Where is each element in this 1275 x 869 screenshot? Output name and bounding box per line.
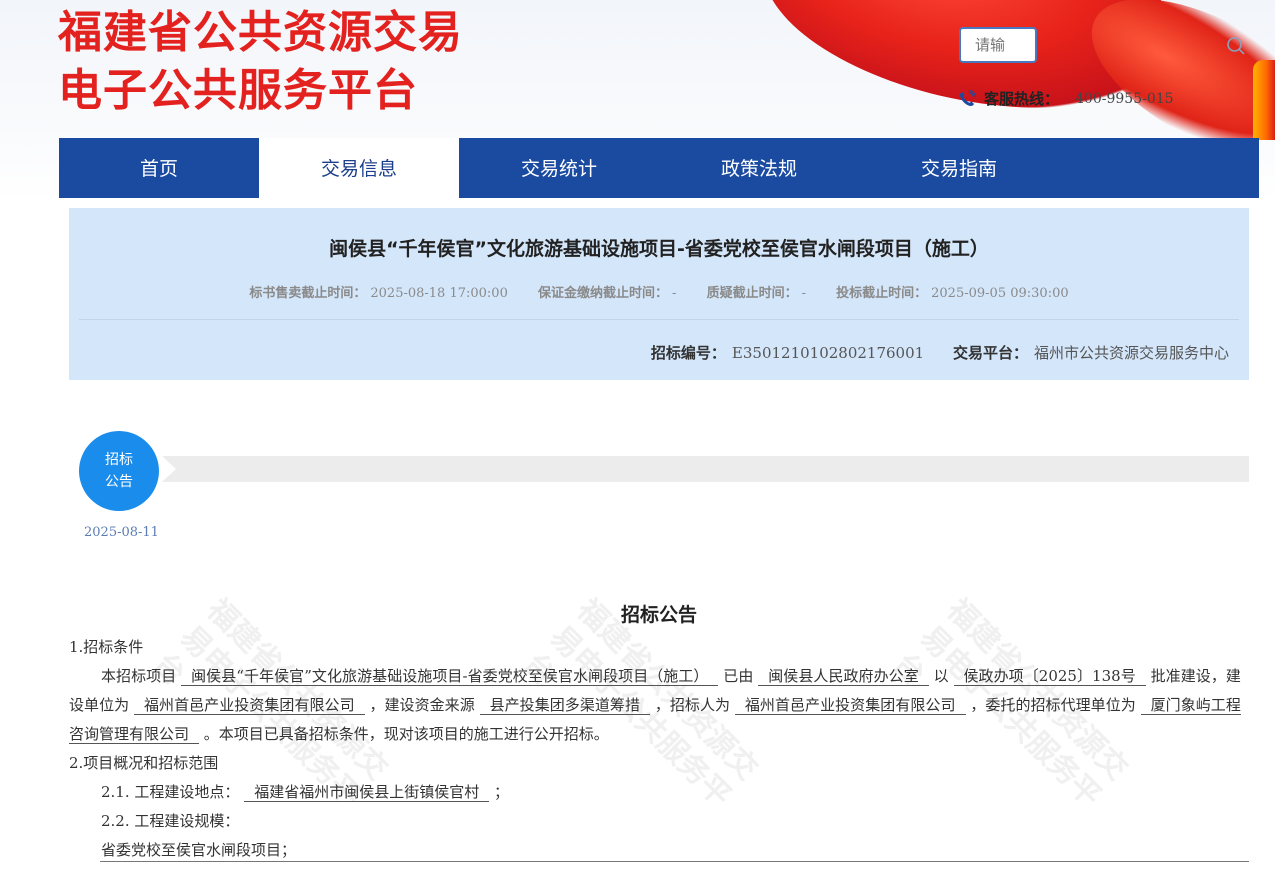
panel-divider	[79, 319, 1239, 320]
search-icon[interactable]	[1226, 36, 1246, 56]
section-title: 2.项目概况和招标范围	[69, 754, 219, 772]
deadline-value: 2025-08-18 17:00:00	[370, 286, 508, 301]
scale-line: 2.2. 工程建设规模：	[101, 812, 240, 830]
section-title: 1.招标条件	[69, 638, 144, 656]
customer-hotline: 客服热线： 400-9955-015	[958, 88, 1174, 109]
notice-heading: 招标公告	[620, 604, 697, 626]
site-title-line2: 电子公共服务平台	[58, 65, 418, 116]
project-info-panel: 闽侯县“千年侯官”文化旅游基础设施项目-省委党校至侯官水闸段项目（施工） 标书售…	[69, 208, 1249, 380]
platform-label: 交易平台：	[952, 344, 1028, 362]
tender-conditions-paragraph: 本招标项目 闽侯县“千年侯官”文化旅游基础设施项目-省委党校至侯官水闸段项目（施…	[69, 662, 1241, 749]
timeline-step-tender-notice[interactable]: 招标公告	[79, 431, 159, 511]
timeline-step-date: 2025-08-11	[84, 525, 159, 540]
phone-icon	[960, 89, 977, 106]
search-input[interactable]	[959, 27, 1037, 63]
deadline-value: 2025-09-05 09:30:00	[931, 286, 1069, 301]
notice-body: 1.招标条件 本招标项目 闽侯县“千年侯官”文化旅游基础设施项目-省委党校至侯官…	[69, 633, 1241, 865]
location-field: 福建省福州市闽侯县上街镇侯官村	[244, 783, 490, 802]
nav-item-trade-stats[interactable]: 交易统计	[459, 138, 659, 198]
text: 本招标项目	[101, 667, 177, 685]
nav-item-trade-info[interactable]: 交易信息	[259, 138, 459, 198]
project-meta: 招标编号： E3501210102802176001 交易平台： 福州市公共资源交易…	[651, 342, 1229, 363]
deadline-value: -	[801, 286, 806, 301]
deadline-label: 质疑截止时间：	[706, 286, 798, 301]
site-title-line1: 福建省公共资源交易	[58, 7, 463, 58]
project-title: 闽侯县“千年侯官”文化旅游基础设施项目-省委党校至侯官水闸段项目（施工）	[329, 238, 989, 260]
deadline-label: 标书售卖截止时间：	[249, 286, 367, 301]
site-logo-title[interactable]: 福建省公共资源交易 电子公共服务平台	[58, 4, 463, 120]
text: ；	[493, 783, 509, 801]
owner-field: 福州首邑产业投资集团有限公司	[134, 696, 365, 715]
deadline-label: 保证金缴纳截止时间：	[538, 286, 669, 301]
text: 以	[933, 667, 949, 685]
project-name-field: 闽侯县“千年侯官”文化旅游基础设施项目-省委党校至侯官水闸段项目（施工）	[181, 667, 719, 686]
timeline-step-label: 招标公告	[105, 452, 133, 490]
approver-field: 闽侯县人民政府办公室	[758, 667, 929, 686]
text: 已由	[723, 667, 754, 685]
tender-code-label: 招标编号：	[650, 344, 726, 362]
fund-source-field: 县产投集团多渠道筹措	[479, 696, 651, 715]
platform-value: 福州市公共资源交易服务中心	[1033, 344, 1229, 362]
hotline-number: 400-9955-015	[1075, 90, 1174, 107]
approval-doc-field: 侯政办项〔2025〕138号	[953, 667, 1146, 686]
deadline-label: 投标截止时间：	[836, 286, 928, 301]
text: 2.1. 工程建设地点：	[101, 783, 240, 801]
text: ，招标人为	[654, 696, 731, 714]
flag-edge-decoration	[1253, 60, 1275, 140]
text: 。本项目已具备招标条件，现对该项目的施工进行公开招标。	[203, 725, 609, 743]
main-nav: 首页 交易信息 交易统计 政策法规 交易指南	[59, 138, 1259, 198]
tenderer-field: 福州首邑产业投资集团有限公司	[734, 696, 966, 715]
tender-code-value: E3501210102802176001	[731, 344, 925, 362]
hotline-label: 客服热线：	[984, 90, 1060, 108]
content-divider	[100, 861, 1249, 862]
nav-item-guide[interactable]: 交易指南	[859, 138, 1059, 198]
text: ，建设资金来源	[369, 696, 475, 714]
text: ，委托的招标代理单位为	[970, 696, 1136, 714]
deadline-value: -	[672, 286, 677, 301]
nav-item-policy[interactable]: 政策法规	[659, 138, 859, 198]
timeline-arrow	[162, 456, 176, 482]
nav-item-home[interactable]: 首页	[59, 138, 259, 198]
deadline-row: 标书售卖截止时间： 2025-08-18 17:00:00 保证金缴纳截止时间： -…	[69, 282, 1249, 301]
timeline-bar	[162, 456, 1249, 482]
location-line: 2.1. 工程建设地点： 福建省福州市闽侯县上街镇侯官村 ；	[69, 778, 1241, 807]
